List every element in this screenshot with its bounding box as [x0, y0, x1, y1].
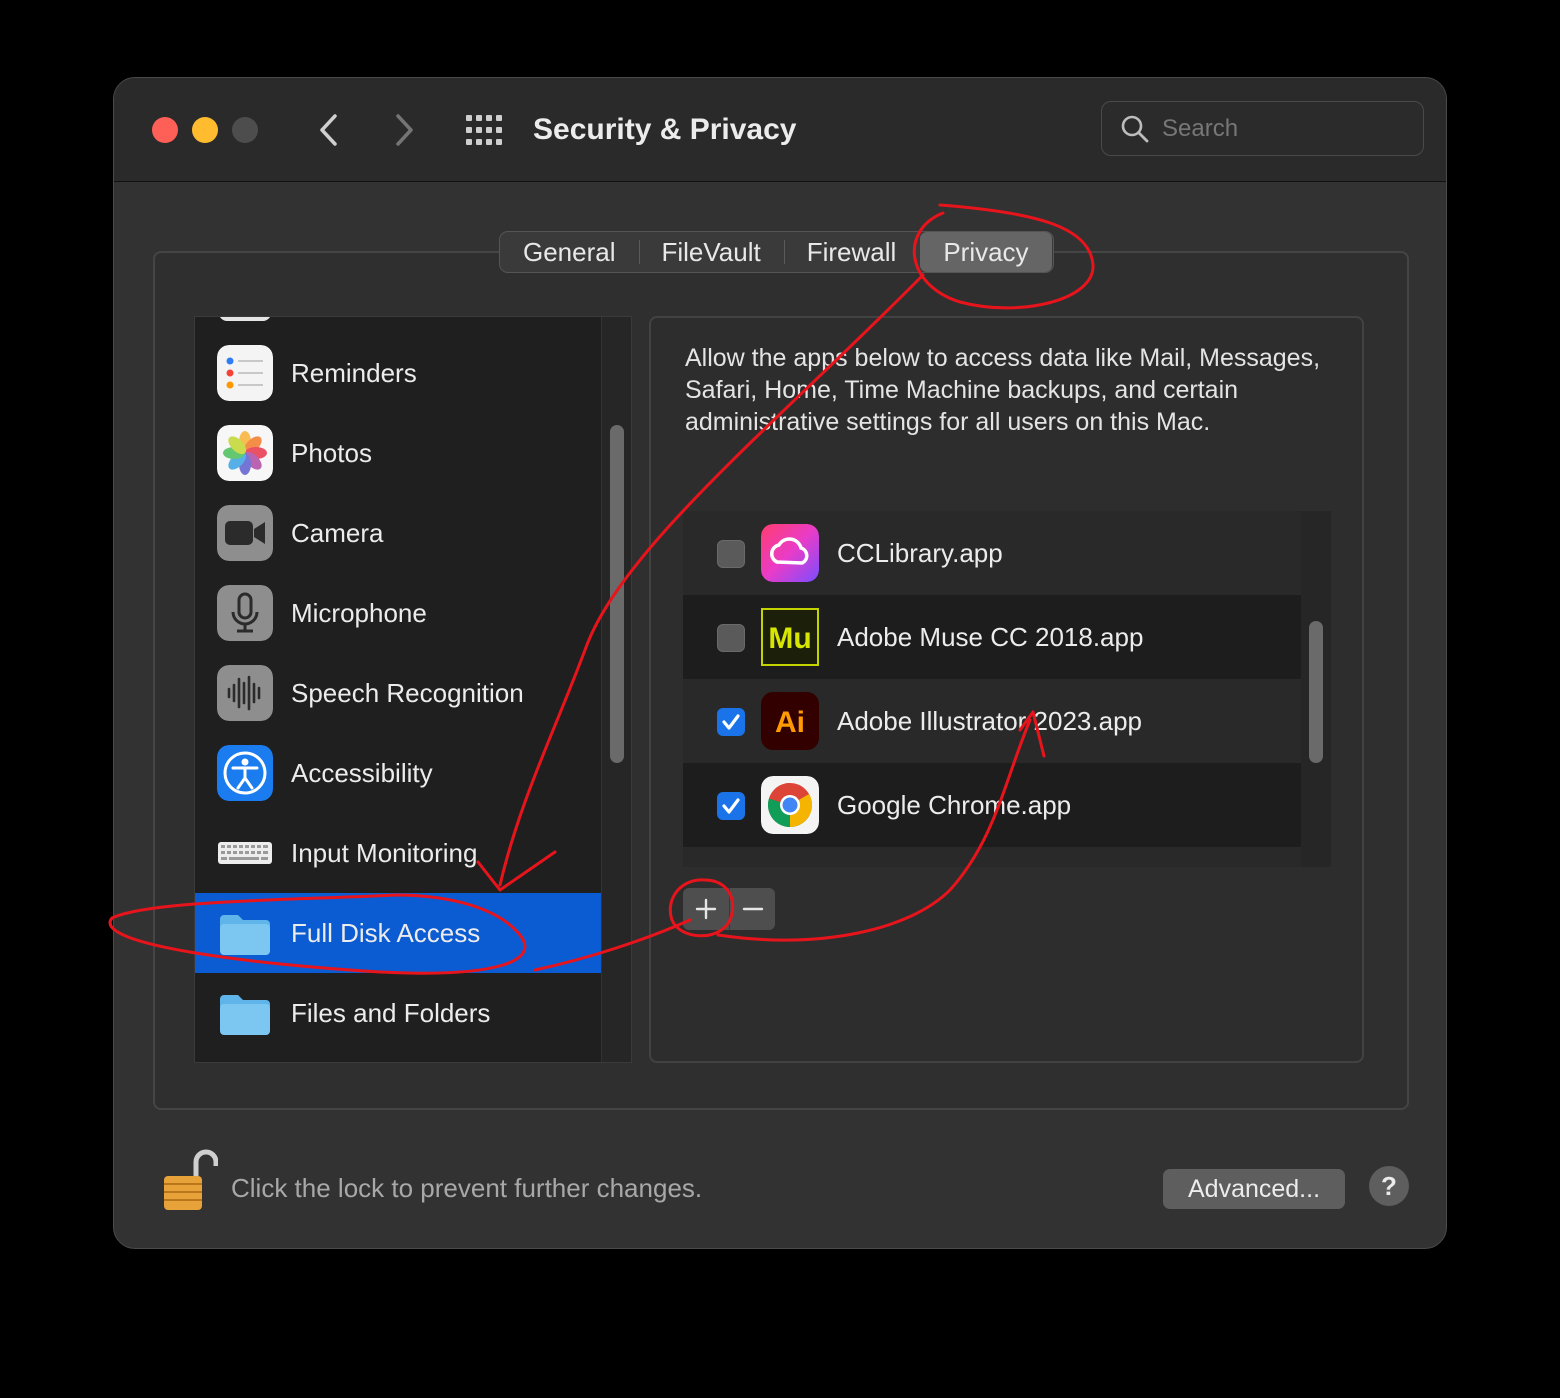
window-title: Security & Privacy [533, 113, 797, 146]
app-row-partial[interactable] [683, 847, 1301, 867]
grid-icon [466, 115, 502, 145]
app-name: Adobe Muse CC 2018.app [837, 622, 1144, 652]
app-row-adobe-muse[interactable]: Mu Adobe Muse CC 2018.app [683, 595, 1301, 679]
sidebar-scrollbar-thumb[interactable] [610, 425, 624, 763]
minimize-button[interactable] [192, 117, 218, 143]
sidebar-item-label: Speech Recognition [291, 678, 524, 708]
checkmark-icon [722, 798, 740, 814]
minus-icon [742, 907, 763, 911]
folder-icon [220, 915, 270, 955]
folder-icon [220, 995, 270, 1035]
sidebar-item-label: Input Monitoring [291, 838, 478, 868]
adobe-illustrator-icon: Ai [761, 692, 819, 750]
sidebar-item-accessibility[interactable]: Accessibility [195, 733, 601, 813]
svg-text:Mu: Mu [768, 622, 811, 655]
sidebar-item-full-disk-access[interactable]: Full Disk Access [195, 893, 601, 973]
titlebar: Security & Privacy [114, 78, 1446, 182]
sidebar-item-reminders[interactable]: Reminders [195, 333, 601, 413]
photos-icon [217, 425, 273, 481]
app-list: CCLibrary.app Mu Adobe Muse CC 2018.app … [683, 511, 1331, 867]
sidebar-item-speech-recognition[interactable]: Speech Recognition [195, 653, 601, 733]
speech-recognition-icon [217, 665, 273, 721]
zoom-button[interactable] [232, 117, 258, 143]
reminders-icon [217, 345, 273, 401]
app-list-scrollbar-thumb[interactable] [1309, 621, 1323, 763]
sidebar-item-label: Microphone [291, 598, 427, 628]
creative-cloud-icon [761, 524, 819, 582]
sidebar-item-label: Accessibility [291, 758, 433, 788]
tab-firewall[interactable]: Firewall [783, 232, 920, 272]
sidebar-item-photos[interactable]: Photos [195, 413, 601, 493]
sidebar-item-files-and-folders[interactable]: Files and Folders [195, 973, 601, 1053]
plus-icon [695, 898, 717, 920]
chrome-icon [761, 776, 819, 834]
security-privacy-window: Security & Privacy General FileVault Fir… [113, 77, 1447, 1249]
accessibility-icon [217, 745, 273, 801]
partial-list-item [219, 317, 271, 321]
search-input[interactable] [1162, 112, 1402, 146]
advanced-button[interactable]: Advanced... [1163, 1169, 1345, 1209]
app-checkbox[interactable] [717, 624, 745, 652]
app-name: CCLibrary.app [837, 538, 1003, 568]
sidebar-item-label: Camera [291, 518, 384, 548]
sidebar-item-label: Files and Folders [291, 998, 491, 1028]
app-name: Google Chrome.app [837, 790, 1072, 820]
app-row-cclibrary[interactable]: CCLibrary.app [683, 511, 1301, 595]
close-button[interactable] [152, 117, 178, 143]
camera-icon [217, 505, 273, 561]
svg-text:Ai: Ai [775, 706, 805, 739]
sidebar-item-camera[interactable]: Camera [195, 493, 601, 573]
app-name: Adobe Illustrator 2023.app [837, 706, 1142, 736]
app-checkbox[interactable] [717, 540, 745, 568]
show-all-button[interactable] [464, 112, 504, 148]
tab-general[interactable]: General [500, 232, 639, 272]
sidebar-item-microphone[interactable]: Microphone [195, 573, 601, 653]
sidebar-item-label: Full Disk Access [291, 918, 481, 948]
help-button[interactable]: ? [1369, 1166, 1409, 1206]
back-button[interactable] [309, 108, 349, 152]
app-row-adobe-illustrator[interactable]: Ai Adobe Illustrator 2023.app [683, 679, 1301, 763]
description-text: Allow the apps below to access data like… [685, 344, 1321, 436]
lock-status-text: Click the lock to prevent further change… [231, 1173, 703, 1203]
sidebar-item-input-monitoring[interactable]: Input Monitoring [195, 813, 601, 893]
unlocked-padlock-icon[interactable] [158, 1144, 218, 1216]
tab-filevault[interactable]: FileVault [638, 232, 784, 272]
forward-button[interactable] [384, 108, 424, 152]
microphone-icon [217, 585, 273, 641]
checkmark-icon [722, 714, 740, 730]
add-app-button[interactable] [683, 888, 729, 930]
keyboard-icon [218, 842, 272, 864]
app-checkbox-checked[interactable] [717, 708, 745, 736]
full-disk-access-pane: Allow the apps below to access data like… [649, 316, 1364, 1063]
tab-privacy[interactable]: Privacy [920, 232, 1052, 272]
chevron-right-icon [396, 114, 413, 146]
sidebar-item-label: Reminders [291, 358, 417, 388]
add-remove-control [683, 888, 775, 930]
search-field[interactable] [1101, 101, 1424, 156]
tab-bar: General FileVault Firewall Privacy [499, 231, 1054, 273]
app-checkbox-checked[interactable] [717, 792, 745, 820]
remove-app-button[interactable] [729, 888, 775, 930]
search-icon [1121, 115, 1149, 143]
privacy-category-list: Reminders Photos Camera Microphone Speec… [194, 316, 632, 1063]
adobe-muse-icon: Mu [761, 608, 819, 666]
app-row-google-chrome[interactable]: Google Chrome.app [683, 763, 1301, 847]
sidebar-item-label: Photos [291, 438, 372, 468]
chevron-left-icon [320, 114, 337, 146]
